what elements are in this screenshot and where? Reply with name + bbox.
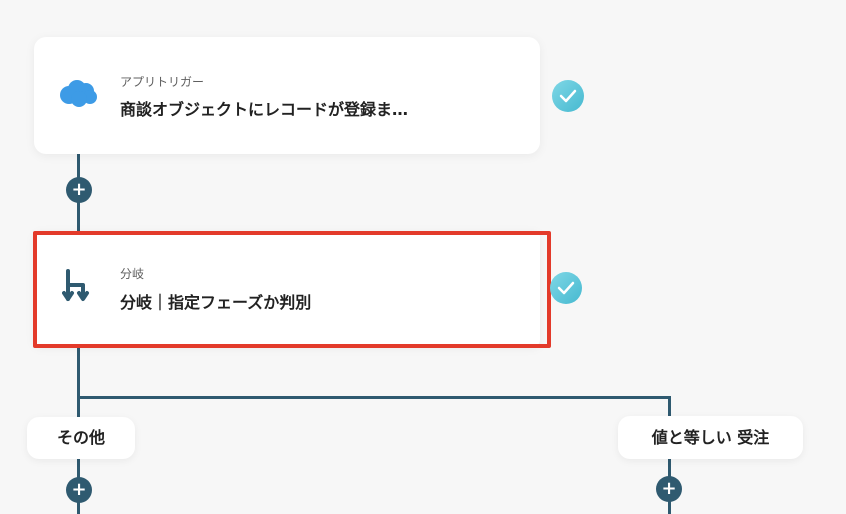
completed-check-icon	[550, 272, 582, 304]
selection-highlight	[33, 231, 551, 348]
add-step-button[interactable]: +	[656, 476, 682, 502]
add-step-button[interactable]: +	[66, 477, 92, 503]
branch-connector-line	[77, 396, 671, 399]
completed-check-icon	[552, 80, 584, 112]
branch-label-equals[interactable]: 値と等しい 受注	[618, 416, 803, 459]
trigger-step-card[interactable]: アプリトリガー 商談オブジェクトにレコードが登録ま…	[34, 37, 540, 154]
branch-label-other[interactable]: その他	[27, 417, 135, 459]
step-title: 商談オブジェクトにレコードが登録ま…	[120, 100, 409, 119]
add-step-button[interactable]: +	[66, 177, 92, 203]
salesforce-cloud-icon	[58, 77, 98, 113]
step-subtitle: アプリトリガー	[120, 75, 205, 89]
